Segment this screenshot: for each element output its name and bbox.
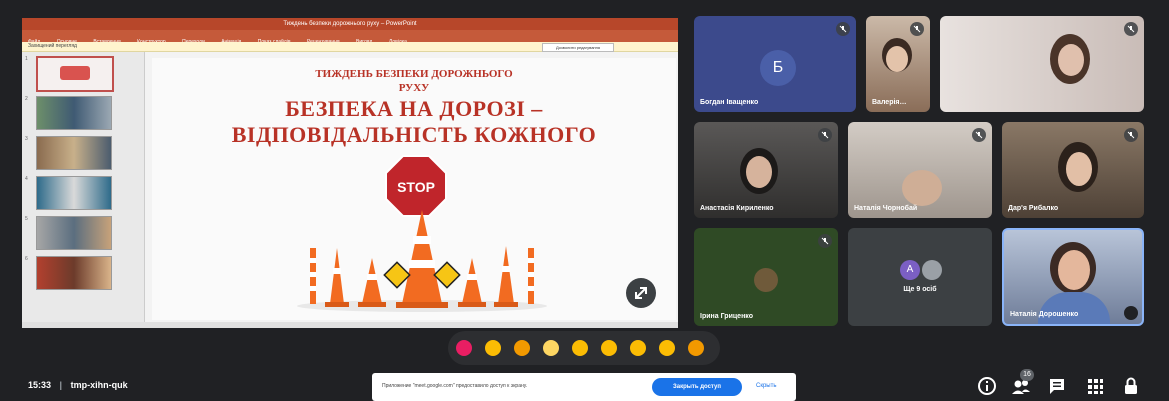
- stop-sign-text: STOP: [397, 179, 435, 195]
- clap-icon[interactable]: [543, 340, 559, 356]
- mic-off-icon: [1124, 22, 1138, 36]
- enable-editing-button[interactable]: Дозволити редагування: [542, 43, 614, 52]
- slide-number: 1: [25, 56, 28, 62]
- mic-off-icon: [818, 234, 832, 248]
- participant-name: Валерія…: [872, 99, 907, 106]
- info-icon[interactable]: [976, 375, 998, 397]
- notification-text: Приложение "meet.google.com" предоставил…: [382, 383, 528, 389]
- screen-share-notification: Приложение "meet.google.com" предоставил…: [372, 373, 796, 401]
- participant-name: Наталія Дорошенко: [1010, 311, 1079, 318]
- slide-number: 2: [25, 96, 28, 102]
- meeting-info: 15:33 | tmp-xihn-quk: [28, 380, 128, 390]
- avatar: [922, 260, 942, 280]
- party-popper-icon[interactable]: [514, 340, 530, 356]
- laugh-icon[interactable]: [572, 340, 588, 356]
- slide-thumbnail[interactable]: [36, 56, 114, 92]
- protected-view-bar: Захищений перегляд Дозволити редагування: [22, 42, 678, 52]
- slide-number: 3: [25, 136, 28, 142]
- participant-tile-active[interactable]: Наталія Дорошенко: [1002, 228, 1144, 326]
- traffic-cones-illustration: [297, 210, 547, 312]
- thinking-icon[interactable]: [659, 340, 675, 356]
- participant-tile[interactable]: Анастасія Кириленко: [694, 122, 838, 218]
- participant-name: Дар'я Рибалко: [1008, 205, 1059, 212]
- others-tile[interactable]: А Ще 9 осіб: [848, 228, 992, 326]
- slide-heading-line-1: БЕЗПЕКА НА ДОРОЗІ –: [285, 96, 543, 121]
- participant-name: Ірина Гриценко: [700, 313, 753, 320]
- slide-thumbnail[interactable]: [36, 256, 112, 290]
- current-slide: ТИЖДЕНЬ БЕЗПЕКИ ДОРОЖНЬОГО РУХУ БЕЗПЕКА …: [152, 58, 676, 320]
- participant-name: Наталія Чорнобай: [854, 205, 918, 212]
- slide-thumbnail[interactable]: [36, 136, 112, 170]
- mic-off-icon: [836, 22, 850, 36]
- reactions-bar: [448, 331, 720, 365]
- slide-title-line-2: РУХУ: [398, 82, 430, 94]
- slide-number: 6: [25, 256, 28, 262]
- participant-name: Анастасія Кириленко: [700, 205, 774, 212]
- participant-tile[interactable]: [940, 16, 1144, 112]
- powerpoint-status-bar: [22, 322, 678, 328]
- stop-sharing-button[interactable]: Закрыть доступ: [652, 378, 742, 396]
- participant-tile[interactable]: Наталія Чорнобай: [848, 122, 992, 218]
- meeting-time: 15:33: [28, 380, 52, 390]
- powerpoint-title-bar: Тиждень безпеки дорожнього руху – PowerP…: [22, 18, 678, 30]
- thumbs-up-icon[interactable]: [485, 340, 501, 356]
- expand-icon: [635, 287, 647, 299]
- heart-icon[interactable]: [456, 340, 472, 356]
- mic-off-icon: [818, 128, 832, 142]
- slide-heading-line-2: ВІДПОВІДАЛЬНІСТЬ КОЖНОГО: [231, 122, 597, 147]
- slide-number: 5: [25, 216, 28, 222]
- slide-thumbnail-panel[interactable]: 1 2 3 4 5 6: [22, 52, 145, 322]
- slide-number: 4: [25, 176, 28, 182]
- expand-presentation-button[interactable]: [626, 278, 656, 308]
- shared-screen-presentation: Тиждень безпеки дорожнього руху – PowerP…: [22, 18, 678, 328]
- chat-icon[interactable]: [1046, 375, 1068, 397]
- slide-thumbnail[interactable]: [36, 176, 112, 210]
- avatar: А: [900, 260, 920, 280]
- participant-tile[interactable]: Валерія…: [866, 16, 930, 112]
- mic-off-icon: [910, 22, 924, 36]
- others-count: Ще 9 осіб: [903, 286, 937, 293]
- meeting-code[interactable]: tmp-xihn-quk: [71, 380, 128, 390]
- hide-notification-link[interactable]: Скрыть: [756, 383, 776, 389]
- participant-tile[interactable]: Ірина Гриценко: [694, 228, 838, 326]
- mic-off-icon: [972, 128, 986, 142]
- slide-title-line-1: ТИЖДЕНЬ БЕЗПЕКИ ДОРОЖНЬОГО: [315, 68, 513, 80]
- sad-icon[interactable]: [630, 340, 646, 356]
- surprised-icon[interactable]: [601, 340, 617, 356]
- mic-off-icon: [1124, 128, 1138, 142]
- protected-view-label: Захищений перегляд: [28, 43, 77, 49]
- participant-name: Богдан Іващенко: [700, 99, 759, 106]
- host-controls-lock-icon[interactable]: [1120, 375, 1142, 397]
- participant-tile[interactable]: Дар'я Рибалко: [1002, 122, 1144, 218]
- thumbs-down-icon[interactable]: [688, 340, 704, 356]
- slide-thumbnail[interactable]: [36, 216, 112, 250]
- slide-thumbnail[interactable]: [36, 96, 112, 130]
- avatar: Б: [760, 50, 796, 86]
- powerpoint-ribbon: Файл Основне Вставлення Конструктор Пере…: [22, 30, 678, 45]
- more-options-icon[interactable]: [1124, 306, 1138, 320]
- participants-count-badge: 16: [1020, 369, 1034, 381]
- participant-tile[interactable]: Б Богдан Іващенко: [694, 16, 856, 112]
- separator: |: [59, 380, 63, 390]
- activities-icon[interactable]: [1084, 375, 1106, 397]
